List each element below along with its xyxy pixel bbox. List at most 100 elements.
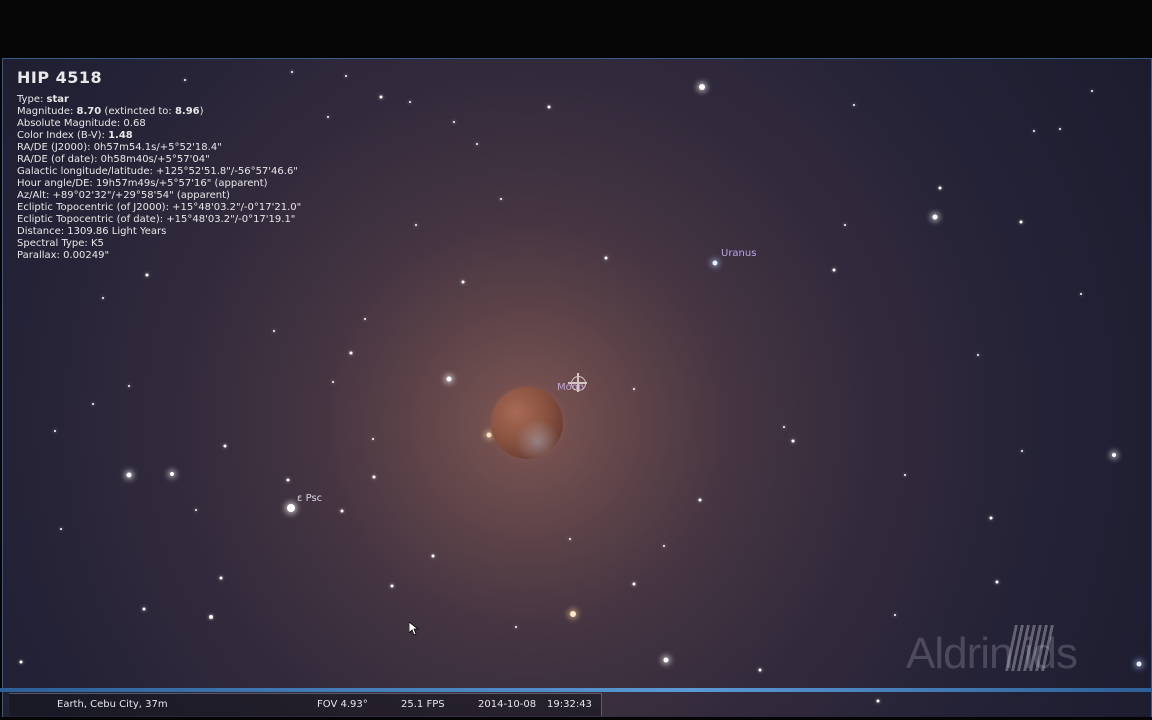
star[interactable] <box>128 385 130 387</box>
star[interactable] <box>415 224 417 226</box>
info-hour-angle: Hour angle/DE: 19h57m49s/+5°57'16" (appa… <box>17 178 268 189</box>
mouse-cursor-icon <box>409 622 419 636</box>
star[interactable] <box>791 439 795 443</box>
info-radec-j2000: RA/DE (J2000): 0h57m54.1s/+5°52'18.4" <box>17 142 222 153</box>
star[interactable] <box>223 444 227 448</box>
window-bottom-border <box>0 688 1152 692</box>
star[interactable] <box>547 105 551 109</box>
star[interactable] <box>54 430 56 432</box>
star[interactable] <box>853 104 855 106</box>
star[interactable] <box>431 554 435 558</box>
label-uranus[interactable]: Uranus <box>721 248 756 259</box>
star[interactable] <box>273 330 275 332</box>
info-distance: Distance: 1309.86 Light Years <box>17 226 167 237</box>
star[interactable] <box>1019 220 1023 224</box>
moon[interactable] <box>491 387 563 459</box>
star[interactable] <box>938 186 942 190</box>
object-info-panel: HIP 4518 Type: star Magnitude: 8.70 (ext… <box>17 68 301 262</box>
star[interactable] <box>379 95 383 99</box>
star[interactable] <box>286 478 290 482</box>
star[interactable] <box>569 538 571 540</box>
stellarium-window: HIP 4518 Type: star Magnitude: 8.70 (ext… <box>0 28 1152 717</box>
info-galactic: Galactic longitude/latitude: +125°52'51.… <box>17 166 298 177</box>
star[interactable] <box>209 615 213 619</box>
star[interactable] <box>632 582 636 586</box>
star[interactable] <box>995 580 999 584</box>
star[interactable] <box>340 509 344 513</box>
star[interactable] <box>195 509 197 511</box>
star[interactable] <box>409 101 411 103</box>
star[interactable] <box>446 376 452 382</box>
star[interactable] <box>364 318 366 320</box>
star[interactable] <box>287 504 295 512</box>
info-spectral-type: Spectral Type: K5 <box>17 238 104 249</box>
info-ecliptic-date: Ecliptic Topocentric (of date): +15°48'0… <box>17 214 296 225</box>
star[interactable] <box>345 75 347 77</box>
star[interactable] <box>126 472 132 478</box>
star[interactable] <box>1059 128 1061 130</box>
star[interactable] <box>663 545 665 547</box>
info-azalt: Az/Alt: +89°02'32"/+29°58'54" (apparent) <box>17 190 230 201</box>
star[interactable] <box>604 256 608 260</box>
star[interactable] <box>60 528 62 530</box>
star[interactable] <box>461 280 465 284</box>
star[interactable] <box>904 474 906 476</box>
star[interactable] <box>476 143 478 145</box>
star[interactable] <box>570 611 576 617</box>
star[interactable] <box>1091 90 1093 92</box>
label-eps-psc[interactable]: ε Psc <box>297 493 322 504</box>
star[interactable] <box>332 381 334 383</box>
star[interactable] <box>291 71 293 73</box>
star[interactable] <box>327 116 329 118</box>
star[interactable] <box>1080 293 1082 295</box>
sky-view[interactable]: HIP 4518 Type: star Magnitude: 8.70 (ext… <box>2 58 1152 717</box>
star[interactable] <box>894 614 896 616</box>
info-ecliptic-j2000: Ecliptic Topocentric (of J2000): +15°48'… <box>17 202 302 213</box>
status-fov: FOV 4.93° <box>317 699 368 710</box>
star[interactable] <box>219 576 223 580</box>
star[interactable] <box>712 260 718 266</box>
star[interactable] <box>932 214 938 220</box>
status-date[interactable]: 2014-10-08 <box>478 694 536 716</box>
info-parallax: Parallax: 0.00249" <box>17 250 110 261</box>
status-time[interactable]: 19:32:43 <box>547 694 592 716</box>
star[interactable] <box>1136 661 1142 667</box>
star[interactable] <box>633 388 635 390</box>
star[interactable] <box>1112 453 1116 457</box>
star[interactable] <box>349 351 353 355</box>
star[interactable] <box>390 584 394 588</box>
status-location[interactable]: Earth, Cebu City, 37m <box>57 694 168 716</box>
star[interactable] <box>372 438 374 440</box>
star[interactable] <box>1021 450 1023 452</box>
star[interactable] <box>844 224 846 226</box>
star[interactable] <box>989 516 993 520</box>
star[interactable] <box>699 84 705 90</box>
star[interactable] <box>515 626 517 628</box>
star[interactable] <box>102 297 104 299</box>
star[interactable] <box>876 699 880 703</box>
star[interactable] <box>500 198 502 200</box>
star[interactable] <box>453 121 455 123</box>
status-bar: Earth, Cebu City, 37m FOV 4.93° 25.1 FPS… <box>9 693 602 716</box>
info-absolute-magnitude: Absolute Magnitude: 0.68 <box>17 118 146 129</box>
star[interactable] <box>19 660 23 664</box>
star[interactable] <box>832 268 836 272</box>
star[interactable] <box>170 472 174 476</box>
info-color-index: Color Index (B-V): 1.48 <box>17 130 133 141</box>
star[interactable] <box>783 426 785 428</box>
star[interactable] <box>663 657 669 663</box>
star[interactable] <box>698 498 702 502</box>
star[interactable] <box>184 79 186 81</box>
star[interactable] <box>758 668 762 672</box>
status-fps: 25.1 FPS <box>401 699 445 710</box>
selection-reticle-icon <box>568 373 587 392</box>
info-radec-date: RA/DE (of date): 0h58m40s/+5°57'04" <box>17 154 210 165</box>
star[interactable] <box>1033 130 1035 132</box>
star[interactable] <box>977 354 979 356</box>
object-title: HIP 4518 <box>17 68 103 87</box>
star[interactable] <box>486 432 492 438</box>
star[interactable] <box>145 273 149 277</box>
star[interactable] <box>92 403 94 405</box>
star[interactable] <box>142 607 146 611</box>
star[interactable] <box>372 475 376 479</box>
